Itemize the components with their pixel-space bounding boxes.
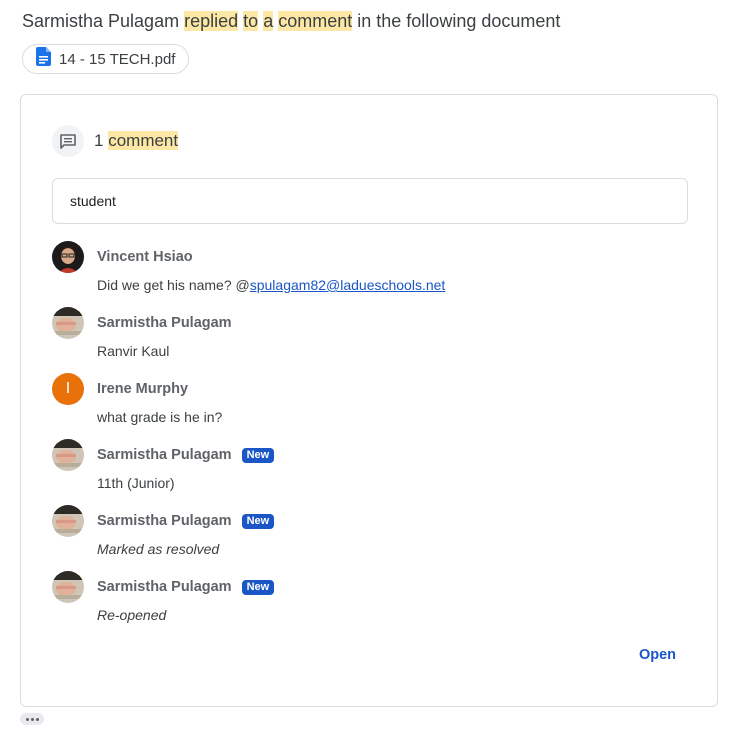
comment-body: what grade is he in? xyxy=(97,409,223,425)
comment-body: Marked as resolved xyxy=(97,541,220,557)
author-name: Sarmistha Pulagam xyxy=(97,579,232,595)
comment-body: Re-opened xyxy=(97,607,167,623)
document-chip[interactable]: 14 - 15 TECH.pdf xyxy=(22,44,190,74)
more-options-icon[interactable] xyxy=(20,713,44,725)
comment-item: Vincent Hsiao Did we get his name? @spul… xyxy=(52,241,652,303)
new-badge: New xyxy=(241,579,275,595)
comment-item: Sarmistha Pulagam New Marked as resolved xyxy=(52,505,652,567)
document-name: 14 - 15 TECH.pdf xyxy=(59,50,176,68)
avatar: I xyxy=(52,373,84,405)
author-name: Sarmistha Pulagam xyxy=(97,447,232,463)
comment-thread-card: 1 comment student Vincent Hsiao Did we g… xyxy=(20,94,718,707)
comment-count: 1 comment xyxy=(94,131,179,151)
comment-author: Irene Murphy xyxy=(97,381,188,397)
highlight-to: to xyxy=(243,11,259,31)
actor-name: Sarmistha Pulagam xyxy=(22,11,180,31)
avatar-initial: I xyxy=(65,380,71,397)
avatar xyxy=(52,307,84,339)
avatar xyxy=(52,505,84,537)
dot xyxy=(25,717,29,721)
comment-author: Sarmistha Pulagam xyxy=(97,315,232,331)
dot xyxy=(35,717,39,721)
comment-text: Did we get his name? @ xyxy=(97,277,250,293)
comment-item: Sarmistha Pulagam New Re-opened xyxy=(52,571,652,633)
avatar xyxy=(52,241,84,273)
comment-author: Sarmistha Pulagam New xyxy=(97,513,275,529)
comment-count-word: comment xyxy=(108,131,179,150)
comment-author: Sarmistha Pulagam New xyxy=(97,579,275,595)
open-button[interactable]: Open xyxy=(639,647,676,663)
highlight-replied: replied xyxy=(184,11,239,31)
author-name: Sarmistha Pulagam xyxy=(97,513,232,529)
notification-headline: Sarmistha Pulagam replied to a comment i… xyxy=(22,10,560,32)
comment-item: Sarmistha Pulagam Ranvir Kaul xyxy=(52,307,652,369)
comment-count-number: 1 xyxy=(94,131,104,150)
avatar xyxy=(52,439,84,471)
comment-item: I Irene Murphy what grade is he in? xyxy=(52,373,652,435)
quoted-text-box: student xyxy=(52,178,688,224)
comment-item: Sarmistha Pulagam New 11th (Junior) xyxy=(52,439,652,501)
comment-count-row: 1 comment xyxy=(52,125,179,157)
highlight-comment: comment xyxy=(278,11,353,31)
author-name: Sarmistha Pulagam xyxy=(97,315,232,331)
comment-body: 11th (Junior) xyxy=(97,475,175,491)
author-name: Vincent Hsiao xyxy=(97,249,193,265)
new-badge: New xyxy=(241,513,275,529)
mention-link[interactable]: spulagam82@ladueschools.net xyxy=(250,277,446,293)
avatar xyxy=(52,571,84,603)
highlight-a: a xyxy=(263,11,274,31)
document-icon xyxy=(36,47,51,71)
comment-body: Ranvir Kaul xyxy=(97,343,170,359)
new-badge: New xyxy=(241,447,275,463)
comment-body: Did we get his name? @spulagam82@laduesc… xyxy=(97,277,445,293)
comment-author: Vincent Hsiao xyxy=(97,249,193,265)
comment-author: Sarmistha Pulagam New xyxy=(97,447,275,463)
author-name: Irene Murphy xyxy=(97,381,189,397)
comment-icon xyxy=(52,125,84,157)
dot xyxy=(30,717,34,721)
headline-tail: in the following document xyxy=(357,11,561,31)
